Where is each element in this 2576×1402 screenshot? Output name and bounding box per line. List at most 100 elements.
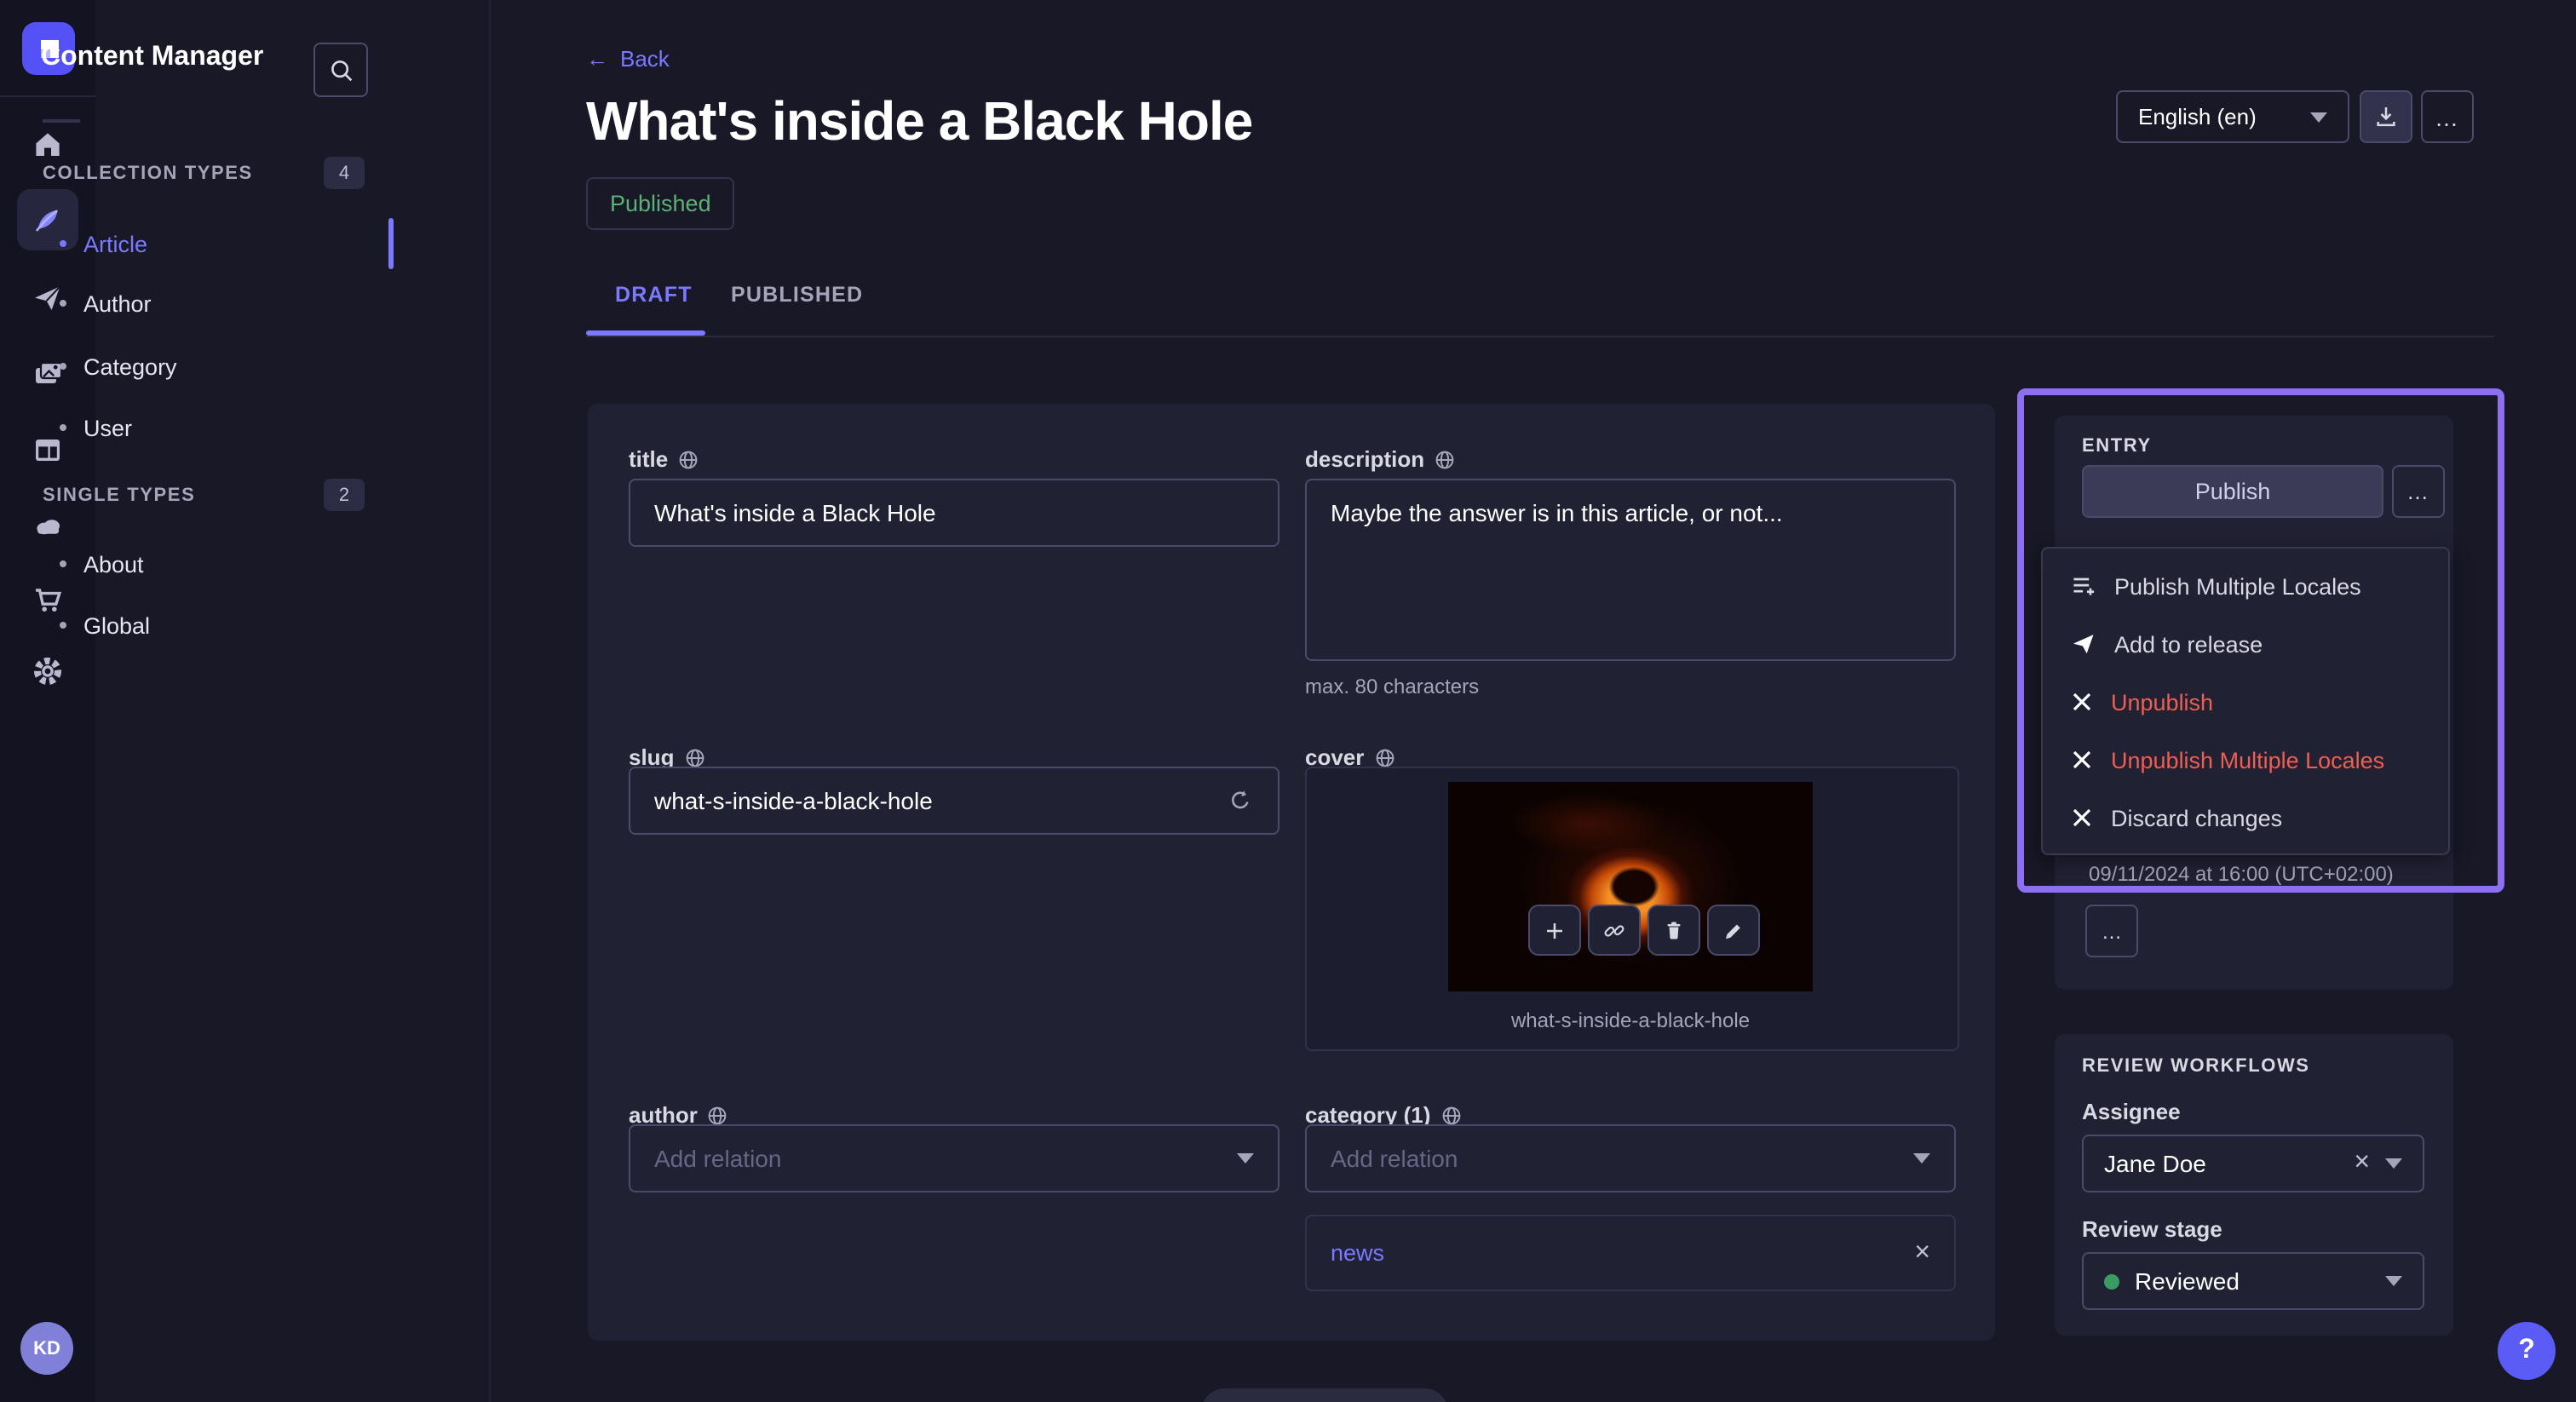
sidebar-item-global[interactable]: Global bbox=[43, 601, 383, 649]
back-arrow-icon: ← bbox=[586, 46, 608, 72]
menu-item-add-to-release[interactable]: Add to release bbox=[2043, 615, 2448, 673]
user-avatar[interactable]: KD bbox=[20, 1322, 73, 1375]
description-field-label: description bbox=[1305, 446, 1455, 472]
globe-icon bbox=[678, 449, 699, 469]
add-icon bbox=[1542, 917, 1567, 943]
author-placeholder: Add relation bbox=[654, 1145, 781, 1172]
menu-item-label: Unpublish bbox=[2111, 689, 2213, 715]
chevron-down-icon bbox=[1913, 1153, 1930, 1164]
category-placeholder: Add relation bbox=[1331, 1145, 1458, 1172]
sidebar-item-author[interactable]: Author bbox=[43, 279, 383, 327]
sidebar-item-label: Article bbox=[83, 231, 147, 256]
assignee-select[interactable]: Jane Doe × bbox=[2082, 1135, 2424, 1192]
cover-image[interactable] bbox=[1448, 782, 1813, 991]
remove-tag-icon[interactable]: × bbox=[1914, 1238, 1930, 1268]
review-stage-label: Review stage bbox=[2082, 1216, 2222, 1242]
cover-caption: what-s-inside-a-black-hole bbox=[1305, 1008, 1956, 1032]
ellipsis-icon: … bbox=[2406, 479, 2430, 504]
title-input[interactable]: What's inside a Black Hole bbox=[629, 479, 1279, 547]
single-types-count-badge: 2 bbox=[324, 479, 365, 511]
assignee-label: Assignee bbox=[2082, 1099, 2181, 1124]
copy-link-button[interactable] bbox=[1588, 905, 1641, 956]
entry-panel-header: ENTRY bbox=[2082, 436, 2152, 457]
chevron-down-icon bbox=[2310, 112, 2327, 122]
edit-media-button[interactable] bbox=[1707, 905, 1760, 956]
review-stage-select[interactable]: Reviewed bbox=[2082, 1252, 2424, 1310]
rail-divider bbox=[0, 95, 95, 97]
menu-item-unpublish-multiple-locales[interactable]: Unpublish Multiple Locales bbox=[2043, 731, 2448, 789]
description-value: Maybe the answer is in this article, or … bbox=[1331, 499, 1783, 526]
field-label-text: description bbox=[1305, 446, 1424, 472]
menu-item-unpublish[interactable]: Unpublish bbox=[2043, 673, 2448, 731]
sidebar-item-label: About bbox=[83, 551, 144, 577]
content-manager-sidebar bbox=[95, 0, 491, 1402]
scheduled-date: 09/11/2024 at 16:00 (UTC+02:00) bbox=[2089, 862, 2394, 886]
entry-more-button[interactable]: … bbox=[2392, 465, 2445, 518]
menu-item-publish-multiple-locales[interactable]: Publish Multiple Locales bbox=[2043, 557, 2448, 615]
menu-item-label: Publish Multiple Locales bbox=[2114, 573, 2361, 599]
sidebar-item-label: Global bbox=[83, 612, 150, 638]
active-tab-underline bbox=[586, 330, 705, 336]
menu-item-label: Discard changes bbox=[2111, 805, 2282, 830]
publish-button[interactable]: Publish bbox=[2082, 465, 2383, 518]
schedule-more-button[interactable]: … bbox=[2085, 905, 2138, 957]
sidebar-item-label: Category bbox=[83, 353, 177, 379]
sidebar-item-article[interactable]: Article bbox=[43, 220, 383, 267]
collection-types-header: COLLECTION TYPES bbox=[43, 164, 253, 184]
x-icon bbox=[2070, 748, 2094, 772]
tab-draft[interactable]: DRAFT bbox=[615, 283, 693, 307]
paper-plane-icon bbox=[2070, 630, 2097, 658]
menu-item-discard-changes[interactable]: Discard changes bbox=[2043, 789, 2448, 847]
single-types-header: SINGLE TYPES bbox=[43, 486, 195, 506]
gear-icon[interactable] bbox=[17, 641, 78, 702]
stage-value: Reviewed bbox=[2135, 1267, 2240, 1295]
tab-published[interactable]: PUBLISHED bbox=[731, 283, 863, 307]
download-button[interactable] bbox=[2360, 90, 2412, 143]
globe-icon bbox=[684, 747, 704, 767]
regenerate-icon[interactable] bbox=[1227, 787, 1254, 814]
globe-icon bbox=[1374, 747, 1394, 767]
ellipsis-icon: … bbox=[2435, 103, 2460, 130]
clear-assignee-icon[interactable]: × bbox=[2354, 1148, 2370, 1179]
bullet-icon bbox=[60, 424, 66, 431]
review-workflows-header: REVIEW WORKFLOWS bbox=[2082, 1056, 2310, 1077]
ellipsis-icon: … bbox=[2102, 919, 2122, 943]
locale-value: English (en) bbox=[2138, 104, 2257, 129]
cover-actions bbox=[1528, 905, 1760, 956]
category-tag-link[interactable]: news bbox=[1331, 1240, 1384, 1266]
question-mark-icon: ? bbox=[2518, 1336, 2535, 1366]
search-icon bbox=[326, 55, 355, 84]
globe-icon bbox=[1440, 1105, 1461, 1125]
collection-types-count-badge: 4 bbox=[324, 157, 365, 189]
category-relation-select[interactable]: Add relation bbox=[1305, 1124, 1956, 1192]
add-media-button[interactable] bbox=[1528, 905, 1581, 956]
slug-input[interactable]: what-s-inside-a-black-hole bbox=[629, 767, 1279, 835]
locale-select[interactable]: English (en) bbox=[2116, 90, 2349, 143]
delete-media-button[interactable] bbox=[1647, 905, 1700, 956]
slug-value: what-s-inside-a-black-hole bbox=[654, 787, 933, 814]
header-more-button[interactable]: … bbox=[2421, 90, 2474, 143]
title-value: What's inside a Black Hole bbox=[654, 499, 936, 526]
add-component-pill[interactable] bbox=[1201, 1388, 1448, 1402]
sidebar-item-about[interactable]: About bbox=[43, 540, 383, 588]
back-link[interactable]: ← Back bbox=[586, 46, 670, 72]
x-icon bbox=[2070, 690, 2094, 714]
author-relation-select[interactable]: Add relation bbox=[629, 1124, 1279, 1192]
chevron-down-icon bbox=[2385, 1276, 2402, 1286]
category-tag-row: news × bbox=[1305, 1215, 1956, 1291]
trash-icon bbox=[1661, 917, 1687, 943]
sidebar-item-category[interactable]: Category bbox=[43, 342, 383, 390]
search-button[interactable] bbox=[313, 43, 368, 97]
bullet-icon bbox=[60, 240, 66, 247]
help-button[interactable]: ? bbox=[2498, 1322, 2556, 1380]
bullet-icon bbox=[60, 622, 66, 629]
globe-icon bbox=[1435, 449, 1455, 469]
sidebar-title: Content Manager bbox=[41, 43, 263, 73]
bullet-icon bbox=[60, 300, 66, 307]
menu-item-label: Add to release bbox=[2114, 631, 2263, 657]
title-field-label: title bbox=[629, 446, 699, 472]
chevron-down-icon bbox=[1237, 1153, 1254, 1164]
description-textarea[interactable]: Maybe the answer is in this article, or … bbox=[1305, 479, 1956, 661]
sidebar-item-user[interactable]: User bbox=[43, 404, 383, 451]
back-label: Back bbox=[620, 46, 670, 72]
